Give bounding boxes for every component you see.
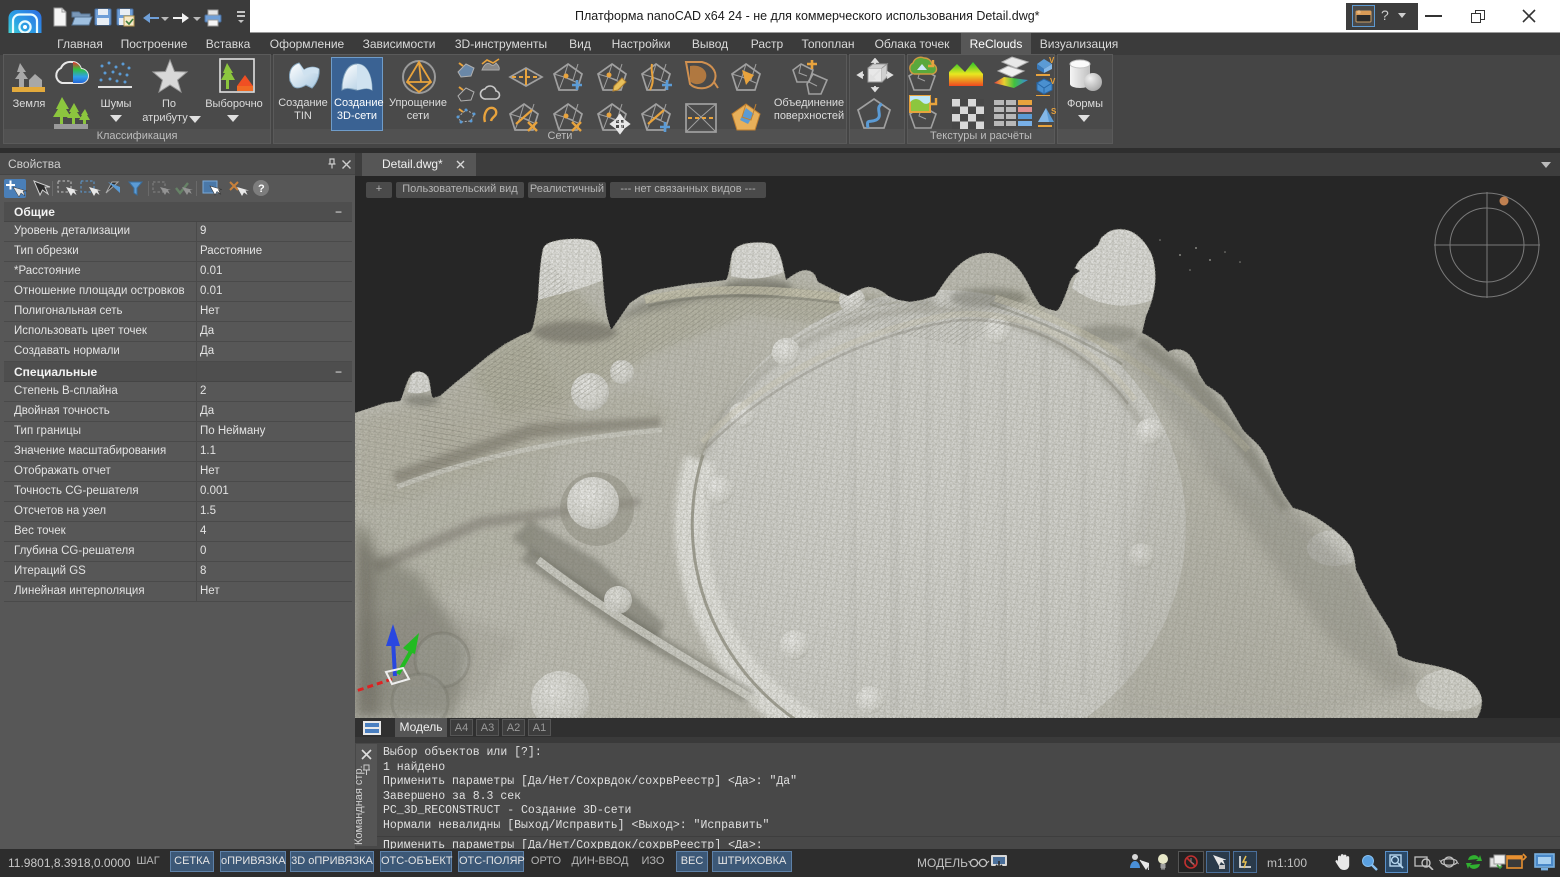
svg-text:V: V bbox=[1049, 56, 1055, 65]
svg-text:V: V bbox=[1050, 77, 1056, 86]
svg-text:?: ? bbox=[258, 183, 265, 195]
svg-text:S: S bbox=[1051, 107, 1057, 116]
